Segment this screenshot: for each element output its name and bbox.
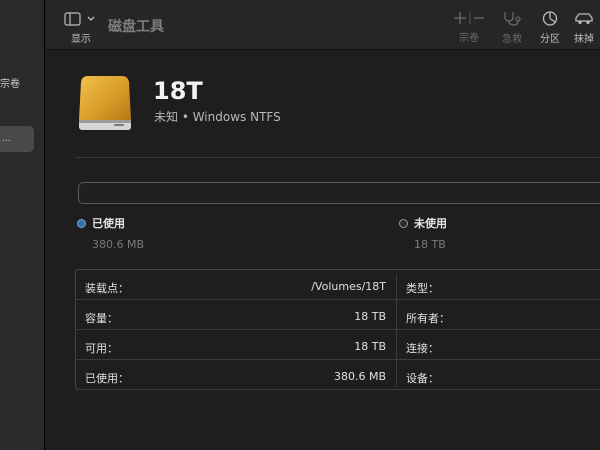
toolbar: 显示 磁盘工具 宗卷 急救 分区 抹掉 — [46, 0, 600, 50]
disk-subtitle: 未知 • Windows NTFS — [154, 110, 281, 124]
table-row: 可用： 18 TB 连接： — [76, 330, 600, 360]
used-value: 380.6 MB — [92, 238, 145, 251]
row-label: 容量： — [85, 312, 118, 325]
row-label-right: 类型： — [406, 282, 439, 295]
row-value: 18 TB — [354, 310, 386, 323]
row-label: 可用： — [85, 342, 118, 355]
plus-minus-icon — [454, 12, 484, 24]
view-button[interactable]: 显示 — [64, 12, 98, 45]
sidebar-section-label: 宗卷 — [0, 79, 20, 90]
table-row: 容量： 18 TB 所有者： — [76, 300, 600, 330]
volume-button[interactable]: 宗卷 — [452, 11, 486, 44]
free-value: 18 TB — [414, 238, 446, 251]
row-value: 380.6 MB — [333, 370, 386, 383]
sidebar-item-label: ... — [2, 134, 11, 144]
sidebar-toggle-icon — [64, 12, 95, 26]
sidebar: 宗卷 ... — [0, 0, 45, 450]
first-aid-label: 急救 — [502, 34, 522, 45]
stethoscope-icon — [504, 12, 521, 26]
row-label-right: 所有者： — [406, 312, 450, 325]
table-row: 装载点： /Volumes/18T 类型： — [76, 270, 600, 300]
row-value: 18 TB — [354, 340, 386, 353]
external-disk-icon — [78, 74, 132, 136]
legend-free: 未使用 18 TB — [399, 215, 447, 251]
legend-used: 已使用 380.6 MB — [77, 215, 144, 251]
partition-button[interactable]: 分区 — [540, 11, 560, 45]
used-label: 已使用 — [92, 217, 125, 230]
free-dot-icon — [399, 218, 408, 228]
table-row: 已使用： 380.6 MB 设备： — [76, 360, 600, 390]
partition-icon — [542, 11, 558, 26]
first-aid-button[interactable]: 急救 — [501, 11, 523, 45]
used-dot-icon — [77, 218, 86, 228]
erase-label: 抹掉 — [574, 34, 594, 45]
partition-label: 分区 — [540, 34, 560, 45]
row-label-right: 设备： — [406, 372, 439, 385]
erase-car-icon — [575, 13, 593, 25]
erase-button[interactable]: 抹掉 — [574, 11, 594, 45]
divider — [75, 157, 600, 158]
main-panel: 18T 未知 • Windows NTFS 已使用 380.6 MB 未使用 1… — [46, 51, 600, 450]
sidebar-item-selected[interactable]: ... — [0, 126, 34, 152]
row-label: 已使用： — [85, 372, 129, 385]
info-table: 装载点： /Volumes/18T 类型： 容量： 18 TB 所有者： 可用：… — [75, 269, 600, 390]
disk-name: 18T — [153, 77, 203, 105]
app-title: 磁盘工具 — [108, 19, 164, 35]
volume-label: 宗卷 — [459, 33, 479, 44]
column-separator — [396, 274, 397, 387]
row-label-right: 连接： — [406, 342, 439, 355]
row-label: 装载点： — [85, 282, 129, 295]
free-label: 未使用 — [414, 217, 447, 230]
usage-bar — [78, 182, 600, 204]
view-label: 显示 — [71, 34, 91, 45]
row-value: /Volumes/18T — [311, 280, 386, 293]
